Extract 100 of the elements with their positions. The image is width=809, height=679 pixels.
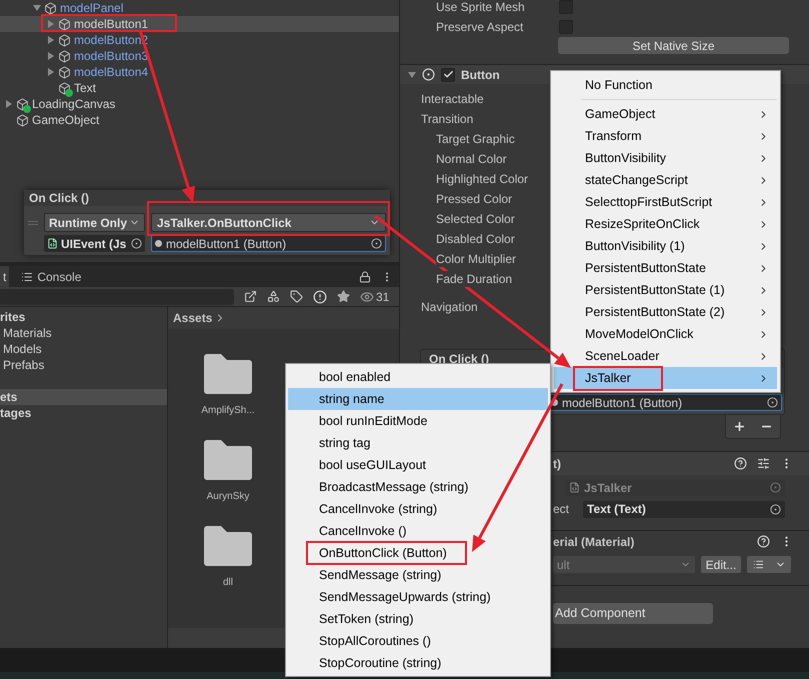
tree-item[interactable]: modelButton4 xyxy=(0,64,399,80)
expand-arrow-icon[interactable] xyxy=(47,68,55,76)
property-label: Interactable xyxy=(421,91,484,108)
field-label: Use Sprite Mesh xyxy=(436,0,526,16)
shapes-icon[interactable] xyxy=(267,290,280,303)
menu-item[interactable]: No Function xyxy=(554,74,777,96)
menu-item[interactable]: GameObject xyxy=(554,103,777,125)
target-icon xyxy=(770,504,781,514)
menu-item[interactable]: string name xyxy=(288,388,548,410)
menu-item[interactable]: bool enabled xyxy=(288,366,548,388)
runtime-dropdown[interactable]: Runtime Only xyxy=(44,213,145,232)
cube-icon xyxy=(58,18,71,30)
sidebar-item[interactable]: ets xyxy=(0,389,167,405)
list-dropdown[interactable] xyxy=(747,556,791,573)
function-dropdown[interactable]: JsTalker.OnButtonClick xyxy=(151,213,386,232)
add-component-button[interactable]: Add Component xyxy=(553,603,713,624)
expand-arrow-icon[interactable] xyxy=(47,20,55,28)
menu-item[interactable]: SendMessageUpwards (string) xyxy=(288,586,548,608)
search-field[interactable] xyxy=(0,288,234,304)
argument-field[interactable]: modelButton1 (Button) xyxy=(151,235,386,252)
add-icon[interactable] xyxy=(733,420,746,433)
eye-icon[interactable] xyxy=(360,290,374,304)
check-icon xyxy=(442,69,454,80)
star-icon[interactable] xyxy=(337,290,350,303)
property-label: Highlighted Color xyxy=(436,171,528,187)
menu-item[interactable]: StopCoroutine (string) xyxy=(288,652,548,674)
object-field[interactable]: UIEvent (Js xyxy=(44,235,145,252)
menu-item[interactable]: stateChangeScript xyxy=(554,169,777,191)
menu-item[interactable]: ResizeSpriteOnClick xyxy=(554,213,777,235)
component-title: t) xyxy=(553,456,561,472)
folder-label[interactable]: AmplifySh... xyxy=(201,403,255,418)
expand-arrow-icon[interactable] xyxy=(5,100,13,108)
folder-label[interactable]: AurynSky xyxy=(206,489,250,504)
sidebar-item[interactable]: tages xyxy=(0,405,167,421)
menu-item[interactable]: OnButtonClick (Button) xyxy=(288,542,548,564)
property-label: Fade Duration xyxy=(436,271,512,287)
breadcrumb[interactable]: Assets xyxy=(173,309,212,327)
tab[interactable]: t xyxy=(0,266,10,287)
component-title: erial (Material) xyxy=(553,534,634,550)
script-icon xyxy=(47,238,58,249)
edit-button[interactable]: Edit... xyxy=(701,556,741,573)
tree-item[interactable]: modelButton3 xyxy=(0,48,399,64)
menu-item[interactable]: CancelInvoke () xyxy=(288,520,548,542)
menu-item[interactable]: PersistentButtonState (2) xyxy=(554,301,777,323)
menu-item[interactable]: SendMessage (string) xyxy=(288,564,548,586)
menu-item[interactable]: SetToken (string) xyxy=(288,608,548,630)
menu-item[interactable]: ButtonVisibility xyxy=(554,147,777,169)
expand-arrow-icon[interactable] xyxy=(47,36,55,44)
presets-icon[interactable] xyxy=(757,457,770,470)
menu-item[interactable]: bool runInEditMode xyxy=(288,410,548,432)
expand-arrow-icon[interactable] xyxy=(408,70,416,78)
field-label: ect xyxy=(553,501,570,518)
folder-label[interactable]: dll xyxy=(222,575,233,590)
event-title: On Click () xyxy=(24,190,390,206)
tree-item[interactable]: Text xyxy=(0,80,399,96)
menu-item[interactable]: PersistentButtonState (1) xyxy=(554,279,777,301)
field-label: Preserve Aspect xyxy=(436,19,524,36)
cube-icon xyxy=(44,2,57,14)
property-label: Navigation xyxy=(421,299,478,316)
alert-icon[interactable] xyxy=(313,290,327,304)
expand-arrow-icon[interactable] xyxy=(33,4,41,12)
tag-icon[interactable] xyxy=(290,290,303,303)
menu-item[interactable]: string tag xyxy=(288,432,548,454)
menu-item[interactable]: JsTalker xyxy=(554,367,777,389)
menu-item[interactable]: CancelInvoke (string) xyxy=(288,498,548,520)
checkbox[interactable] xyxy=(441,68,455,82)
sidebar-item[interactable]: Materials xyxy=(0,325,167,341)
sidebar-item[interactable]: Prefabs xyxy=(0,357,167,373)
popout-icon[interactable] xyxy=(244,290,257,303)
menu-item[interactable]: StopAllCoroutines () xyxy=(288,630,548,652)
tree-item[interactable]: GameObject xyxy=(0,112,399,128)
object-field[interactable]: Text (Text) xyxy=(583,500,785,518)
script-icon xyxy=(569,482,580,493)
menu-item[interactable]: MoveModelOnClick xyxy=(554,323,777,345)
tab[interactable]: Console xyxy=(9,266,84,287)
tree-item[interactable]: LoadingCanvas xyxy=(0,96,399,112)
drag-handle-icon[interactable] xyxy=(28,220,38,224)
tree-item[interactable]: modelButton1 xyxy=(0,16,399,32)
menu-item[interactable]: SelecttopFirstButScript xyxy=(554,191,777,213)
help-icon[interactable] xyxy=(757,535,770,548)
tree-item[interactable]: modelPanel xyxy=(0,0,399,16)
menu-item[interactable]: PersistentButtonState xyxy=(554,257,777,279)
cube-icon xyxy=(58,50,71,62)
menu-item[interactable]: bool useGUILayout xyxy=(288,454,548,476)
folder-icon xyxy=(204,526,252,566)
help-icon[interactable] xyxy=(734,457,747,470)
cube-icon xyxy=(58,34,71,46)
folder-icon xyxy=(204,440,252,480)
target-icon xyxy=(770,482,781,493)
sidebar-item[interactable]: Models xyxy=(0,341,167,357)
lock-icon[interactable] xyxy=(359,270,371,282)
target-icon xyxy=(371,238,382,249)
set-native-size-button[interactable]: Set Native Size xyxy=(558,37,789,54)
target-icon xyxy=(131,238,142,249)
menu-item[interactable]: BroadcastMessage (string) xyxy=(288,476,548,498)
menu-item[interactable]: Transform xyxy=(554,125,777,147)
expand-arrow-icon[interactable] xyxy=(47,52,55,60)
property-label: Color Multiplier xyxy=(436,251,516,267)
sidebar-item[interactable]: rites xyxy=(0,309,167,325)
menu-item[interactable]: ButtonVisibility (1) xyxy=(554,235,777,257)
